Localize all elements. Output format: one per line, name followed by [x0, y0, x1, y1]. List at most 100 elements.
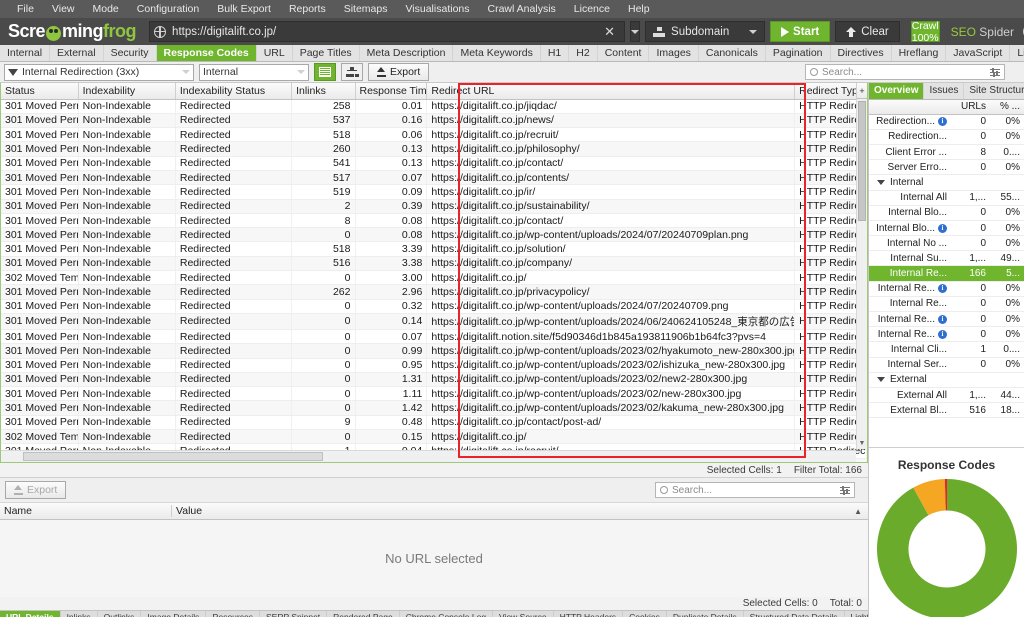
cell-redirect-url[interactable]: https://digitalift.co.jp/contact/post-ad… [426, 415, 796, 431]
table-row[interactable]: 301 Moved PermanentlyNon-IndexableRedire… [1, 227, 867, 243]
right-tab-site-structure[interactable]: Site Structure [964, 83, 1024, 99]
column-header-indexability[interactable]: Indexability [78, 83, 176, 100]
tab-meta-keywords[interactable]: Meta Keywords [453, 45, 541, 61]
table-row[interactable]: 301 Moved PermanentlyNon-IndexableRedire… [1, 386, 867, 402]
info-icon[interactable]: i [938, 314, 947, 324]
triangle-expanded-icon[interactable] [877, 179, 885, 185]
cell-redirect-url[interactable]: https://digitalift.co.jp/philosophy/ [426, 141, 796, 157]
cell-indexability-status[interactable]: Redirected [175, 270, 293, 286]
column-header-status[interactable]: Status [1, 83, 79, 100]
lower-search-input[interactable]: Search... [655, 482, 855, 498]
tab-h1[interactable]: H1 [541, 45, 570, 61]
bottom-tab-view-source[interactable]: View Source [493, 611, 554, 617]
horizontal-scroll-thumb[interactable] [23, 452, 323, 461]
cell-response-time[interactable]: 0.99 [355, 343, 428, 359]
menu-item-crawl-analysis[interactable]: Crawl Analysis [479, 0, 565, 18]
cell-indexability-status[interactable]: Redirected [175, 156, 293, 171]
cell-status[interactable]: 301 Moved Permanently [1, 99, 79, 114]
tab-page-titles[interactable]: Page Titles [293, 45, 360, 61]
cell-response-time[interactable]: 0.14 [355, 313, 428, 330]
overview-row[interactable]: Internal Ser... 0 0% [869, 358, 1024, 373]
cell-indexability-status[interactable]: Redirected [175, 400, 293, 416]
cell-inlinks[interactable]: 2 [291, 199, 356, 214]
menu-item-sitemaps[interactable]: Sitemaps [335, 0, 397, 18]
cell-indexability-status[interactable]: Redirected [175, 284, 293, 300]
bottom-tab-resources[interactable]: Resources [206, 611, 260, 617]
cell-status[interactable]: 301 Moved Permanently [1, 141, 79, 157]
detail-column-value[interactable]: Value [172, 505, 854, 517]
cell-status[interactable]: 301 Moved Permanently [1, 415, 79, 431]
cell-response-time[interactable]: 0.48 [355, 415, 428, 431]
table-row[interactable]: 302 Moved TemporarilyNon-IndexableRedire… [1, 270, 867, 286]
cell-indexability-status[interactable]: Redirected [175, 99, 293, 114]
cell-status[interactable]: 301 Moved Permanently [1, 358, 79, 373]
tab-h2[interactable]: H2 [569, 45, 598, 61]
table-row[interactable]: 301 Moved PermanentlyNon-IndexableRedire… [1, 256, 867, 272]
table-row[interactable]: 301 Moved PermanentlyNon-IndexableRedire… [1, 199, 867, 214]
tab-pagination[interactable]: Pagination [766, 45, 831, 61]
cell-inlinks[interactable]: 517 [291, 170, 356, 186]
overview-row[interactable]: Internal Re... i 0 0% [869, 312, 1024, 328]
cell-indexability-status[interactable]: Redirected [175, 241, 293, 257]
cell-indexability[interactable]: Non-Indexable [78, 213, 176, 229]
menu-item-bulk-export[interactable]: Bulk Export [208, 0, 280, 18]
cell-inlinks[interactable]: 519 [291, 184, 356, 200]
cell-redirect-url[interactable]: https://digitalift.co.jp/wp-content/uplo… [426, 227, 796, 243]
menu-item-visualisations[interactable]: Visualisations [396, 0, 478, 18]
cell-indexability[interactable]: Non-Indexable [78, 99, 176, 114]
column-header-redirect-url[interactable]: Redirect URL [426, 83, 796, 100]
overview-row[interactable]: Internal Su... 1,... 49... [869, 251, 1024, 267]
cell-inlinks[interactable]: 541 [291, 156, 356, 171]
cell-indexability-status[interactable]: Redirected [175, 429, 293, 445]
cell-indexability[interactable]: Non-Indexable [78, 343, 176, 359]
table-row[interactable]: 301 Moved PermanentlyNon-IndexableRedire… [1, 127, 867, 143]
tab-external[interactable]: External [50, 45, 104, 61]
clear-button[interactable]: Clear [835, 21, 900, 42]
cell-indexability-status[interactable]: Redirected [175, 415, 293, 431]
cell-indexability[interactable]: Non-Indexable [78, 284, 176, 300]
cell-inlinks[interactable]: 0 [291, 343, 356, 359]
table-row[interactable]: 301 Moved PermanentlyNon-IndexableRedire… [1, 400, 867, 416]
scope-dropdown[interactable]: Internal [199, 63, 309, 81]
bottom-tab-structured-data-details[interactable]: Structured Data Details [744, 611, 845, 617]
cell-response-time[interactable]: 2.96 [355, 284, 428, 300]
bottom-tab-url-details[interactable]: URL Details [0, 611, 61, 617]
cell-status[interactable]: 301 Moved Permanently [1, 400, 79, 416]
table-search-input[interactable]: Search... [805, 64, 1005, 80]
cell-indexability[interactable]: Non-Indexable [78, 170, 176, 186]
cell-inlinks[interactable]: 258 [291, 99, 356, 114]
cell-status[interactable]: 301 Moved Permanently [1, 372, 79, 388]
table-row[interactable]: 301 Moved PermanentlyNon-IndexableRedire… [1, 372, 867, 388]
cell-response-time[interactable]: 0.95 [355, 358, 428, 373]
cell-status[interactable]: 301 Moved Permanently [1, 113, 79, 129]
cell-response-time[interactable]: 3.38 [355, 256, 428, 272]
tree-view-button[interactable] [341, 63, 363, 81]
overview-row[interactable]: Server Erro... 0 0% [869, 160, 1024, 176]
detail-column-name[interactable]: Name [0, 505, 172, 517]
cell-redirect-url[interactable]: https://digitalift.co.jp/recruit/ [426, 127, 796, 143]
bottom-tab-outlinks[interactable]: Outlinks [98, 611, 142, 617]
cell-inlinks[interactable]: 0 [291, 429, 356, 445]
cell-inlinks[interactable]: 0 [291, 400, 356, 416]
column-chooser-button[interactable]: + [856, 83, 867, 99]
cell-inlinks[interactable]: 9 [291, 415, 356, 431]
start-button[interactable]: Start [770, 21, 831, 42]
cell-status[interactable]: 301 Moved Permanently [1, 256, 79, 272]
triangle-expanded-icon[interactable] [877, 377, 885, 383]
cell-indexability[interactable]: Non-Indexable [78, 113, 176, 129]
table-row[interactable]: 301 Moved PermanentlyNon-IndexableRedire… [1, 329, 867, 345]
table-row[interactable]: 301 Moved PermanentlyNon-IndexableRedire… [1, 213, 867, 229]
info-icon[interactable]: i [938, 329, 947, 339]
table-row[interactable]: 301 Moved PermanentlyNon-IndexableRedire… [1, 156, 867, 171]
cell-redirect-url[interactable]: https://digitalift.co.jp/company/ [426, 256, 796, 272]
menu-item-file[interactable]: File [8, 0, 43, 18]
cell-redirect-url[interactable]: https://digitalift.co.jp/wp-content/uplo… [426, 400, 796, 416]
overview-row[interactable]: Internal Blo... 0 0% [869, 206, 1024, 221]
overview-row[interactable]: Internal Re... i 0 0% [869, 327, 1024, 343]
cell-status[interactable]: 301 Moved Permanently [1, 156, 79, 171]
cell-response-time[interactable]: 0.16 [355, 113, 428, 129]
table-row[interactable]: 301 Moved PermanentlyNon-IndexableRedire… [1, 299, 867, 314]
menu-item-help[interactable]: Help [619, 0, 659, 18]
tab-url[interactable]: URL [257, 45, 293, 61]
column-header-inlinks[interactable]: Inlinks [291, 83, 356, 100]
